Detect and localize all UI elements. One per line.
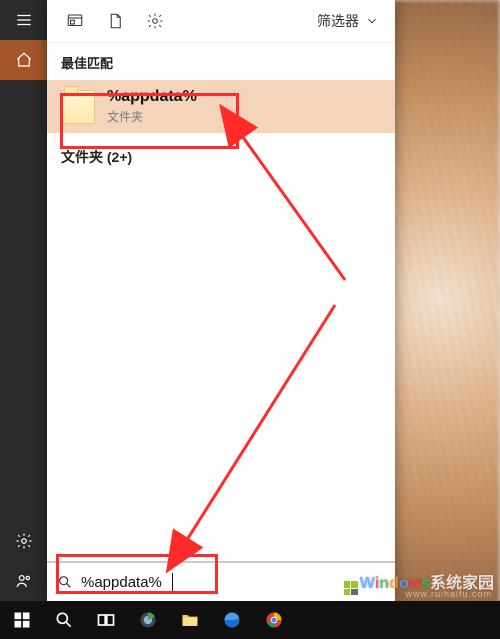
file-explorer-icon[interactable] xyxy=(176,606,204,634)
browser-360-icon[interactable] xyxy=(134,606,162,634)
filter-dropdown[interactable]: 筛选器 xyxy=(309,7,387,35)
feedback-icon[interactable] xyxy=(0,561,47,601)
documents-scope-icon[interactable] xyxy=(95,1,135,41)
chevron-down-icon xyxy=(365,14,379,28)
search-icon xyxy=(57,574,73,590)
settings-icon[interactable] xyxy=(0,521,47,561)
best-match-result[interactable]: %appdata% 文件夹 xyxy=(47,80,395,133)
apps-scope-icon[interactable] xyxy=(55,1,95,41)
menu-icon[interactable] xyxy=(0,0,47,40)
best-match-subtitle: 文件夹 xyxy=(107,108,197,125)
folders-section[interactable]: 文件夹 (2+) xyxy=(47,133,395,167)
task-view-icon[interactable] xyxy=(92,606,120,634)
edge-icon[interactable] xyxy=(218,606,246,634)
search-results-panel: 筛选器 最佳匹配 %appdata% 文件夹 文件夹 (2+) %appdata… xyxy=(47,0,395,601)
folders-label-text: 文件夹 xyxy=(61,149,103,165)
panel-empty-area xyxy=(47,167,395,561)
chrome-icon[interactable] xyxy=(260,606,288,634)
taskbar xyxy=(0,601,500,639)
home-icon[interactable] xyxy=(0,40,47,80)
search-box[interactable]: %appdata% xyxy=(47,561,395,601)
taskbar-search-icon[interactable] xyxy=(50,606,78,634)
folder-icon xyxy=(61,90,95,124)
search-query-text: %appdata% xyxy=(81,574,163,591)
start-button[interactable] xyxy=(8,606,36,634)
panel-toolbar: 筛选器 xyxy=(47,0,395,43)
best-match-title: %appdata% xyxy=(107,88,197,106)
text-caret xyxy=(172,573,173,591)
settings-scope-icon[interactable] xyxy=(135,1,175,41)
folders-count: (2+) xyxy=(107,149,132,165)
filter-label: 筛选器 xyxy=(317,11,359,31)
search-nav-rail xyxy=(0,0,47,601)
best-match-header: 最佳匹配 xyxy=(47,43,395,76)
